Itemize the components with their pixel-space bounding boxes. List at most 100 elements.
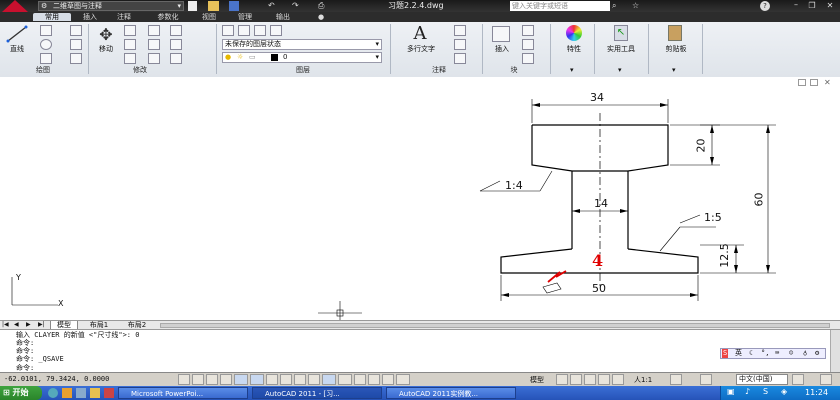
draw-line-label[interactable]: 直线 [6, 44, 28, 54]
otrack-button[interactable] [280, 374, 292, 385]
block-attributes-icon[interactable] [522, 53, 534, 64]
tab-parametric[interactable]: 参数化 [148, 13, 188, 21]
stretch-icon[interactable] [124, 53, 136, 64]
pan-button[interactable] [584, 374, 596, 385]
group-modify-label[interactable]: 修改 [90, 66, 190, 75]
workspace-selector[interactable]: ⚙ 二维草图与注释 ▾ [38, 1, 184, 11]
arc-icon[interactable] [40, 53, 52, 64]
tab-manage[interactable]: 管理 [230, 13, 260, 21]
quicklaunch-folder-icon[interactable] [90, 388, 100, 398]
tab-output[interactable]: 输出 [268, 13, 298, 21]
layer-match-icon[interactable] [270, 25, 282, 36]
taskbar-clock[interactable]: 11:24 [805, 388, 828, 397]
multiline-text-icon[interactable]: A [410, 25, 430, 43]
utilities-label[interactable]: 实用工具 [598, 44, 644, 54]
infocenter-icon[interactable]: ☆ [632, 0, 644, 12]
edit-block-icon[interactable] [522, 39, 534, 50]
modify-move-label[interactable]: 移动 [94, 44, 118, 54]
scale-icon[interactable] [148, 53, 160, 64]
snap-mode-button[interactable] [192, 374, 204, 385]
steering-wheel-button[interactable] [612, 374, 624, 385]
line-tool-icon[interactable] [6, 25, 28, 43]
properties-color-wheel-icon[interactable] [566, 25, 582, 41]
tab-annotate[interactable]: 注释 [110, 13, 138, 21]
plot-icon[interactable]: ⎙ [318, 1, 328, 11]
clipboard-expand-icon[interactable]: ▾ [672, 66, 676, 74]
polyline-icon[interactable] [40, 25, 52, 36]
tray-network-icon[interactable]: ▣ [727, 387, 735, 396]
layer-lock-icon[interactable] [254, 25, 266, 36]
rectangle-icon[interactable] [70, 39, 82, 50]
window-restore-button[interactable]: ❐ [806, 1, 818, 11]
layout-nav-last-button[interactable]: ▶| [38, 321, 45, 328]
annotation-monitor-button[interactable] [382, 374, 394, 385]
dynamic-ucs-button[interactable] [294, 374, 306, 385]
gradient-icon[interactable] [70, 53, 82, 64]
insert-label[interactable]: 插入 [488, 44, 516, 54]
array-icon[interactable] [170, 53, 182, 64]
ortho-mode-button[interactable] [220, 374, 232, 385]
infer-constraints-button[interactable] [178, 374, 190, 385]
group-block-label[interactable]: 块 [484, 66, 544, 75]
circle-icon[interactable] [40, 39, 52, 50]
isolate-objects-button[interactable] [792, 374, 804, 385]
workspace-switch-button[interactable] [700, 374, 712, 385]
annotation-scale-label[interactable]: 人1:1 [634, 375, 652, 385]
mirror-icon[interactable] [148, 39, 160, 50]
dynamic-input-button[interactable] [308, 374, 320, 385]
drawing-canvas[interactable]: ✕ 34 20 60 14 12.5 50 1:4 1:5 4 Y X [0, 77, 840, 320]
quick-view-layouts-button[interactable] [556, 374, 568, 385]
utilities-icon[interactable]: ↖ [614, 25, 628, 41]
clipboard-icon[interactable] [668, 25, 682, 41]
taskbar-item-autocad-1[interactable]: AutoCAD 2011 - [习... [252, 387, 382, 399]
layer-current-select[interactable]: ● ☼ ▭ 0 ▾ [222, 52, 382, 63]
tab-home[interactable]: 常用 [33, 13, 71, 21]
copy-icon[interactable] [124, 39, 136, 50]
open-file-icon[interactable] [208, 1, 219, 11]
taskbar-item-autocad-2[interactable]: AutoCAD 2011实例教... [386, 387, 516, 399]
window-minimize-button[interactable]: – [790, 1, 802, 11]
window-close-button[interactable]: ✕ [824, 1, 836, 11]
new-file-icon[interactable] [188, 1, 197, 11]
table-icon[interactable] [454, 53, 466, 64]
multiline-text-label[interactable]: 多行文字 [400, 44, 442, 54]
object-snap-button[interactable] [250, 374, 264, 385]
transparency-button[interactable] [338, 374, 352, 385]
quicklaunch-desktop-icon[interactable] [76, 388, 86, 398]
annotation-visibility-button[interactable] [670, 374, 682, 385]
polar-tracking-button[interactable] [234, 374, 248, 385]
properties-expand-icon[interactable]: ▾ [570, 66, 574, 74]
tray-security-icon[interactable]: ◈ [781, 387, 787, 396]
search-icon[interactable]: ⌕ [612, 0, 622, 12]
tray-ime-icon[interactable]: S [763, 387, 768, 396]
insert-block-icon[interactable] [492, 26, 510, 42]
lineweight-button[interactable] [322, 374, 336, 385]
command-scrollbar[interactable] [830, 330, 840, 372]
group-annotate-label[interactable]: 注释 [394, 66, 484, 75]
ime-language-indicator[interactable]: 中文(中国) [736, 374, 788, 385]
fillet-icon[interactable] [170, 39, 182, 50]
zoom-button[interactable] [598, 374, 610, 385]
layer-state-select[interactable]: 未保存的图层状态 ▾ [222, 39, 382, 50]
clipboard-label[interactable]: 剪贴板 [654, 44, 698, 54]
create-block-icon[interactable] [522, 25, 534, 36]
clean-screen-button[interactable] [820, 374, 832, 385]
coordinates-readout[interactable]: -62.0101, 79.3424, 0.0000 [4, 375, 109, 383]
tray-volume-icon[interactable]: ♪ [745, 387, 750, 396]
quick-properties-button[interactable] [354, 374, 366, 385]
redo-icon[interactable]: ↷ [292, 1, 302, 11]
quicklaunch-app-icon[interactable] [104, 388, 114, 398]
quicklaunch-media-icon[interactable] [62, 388, 72, 398]
osnap-3d-button[interactable] [266, 374, 278, 385]
move-icon[interactable]: ✥ [96, 26, 116, 44]
selection-cycling-button[interactable] [368, 374, 380, 385]
taskbar-item-powerpoint[interactable]: Microsoft PowerPoi... [118, 387, 248, 399]
layer-freeze-icon[interactable] [238, 25, 250, 36]
erase-icon[interactable] [170, 25, 182, 36]
autocad-logo-icon[interactable] [2, 0, 28, 12]
undo-icon[interactable]: ↶ [268, 1, 278, 11]
quick-view-drawings-button[interactable] [570, 374, 582, 385]
ribbon-minimize-button[interactable]: ● [315, 13, 327, 21]
hatch-icon[interactable] [70, 25, 82, 36]
quicklaunch-ie-icon[interactable] [48, 388, 58, 398]
